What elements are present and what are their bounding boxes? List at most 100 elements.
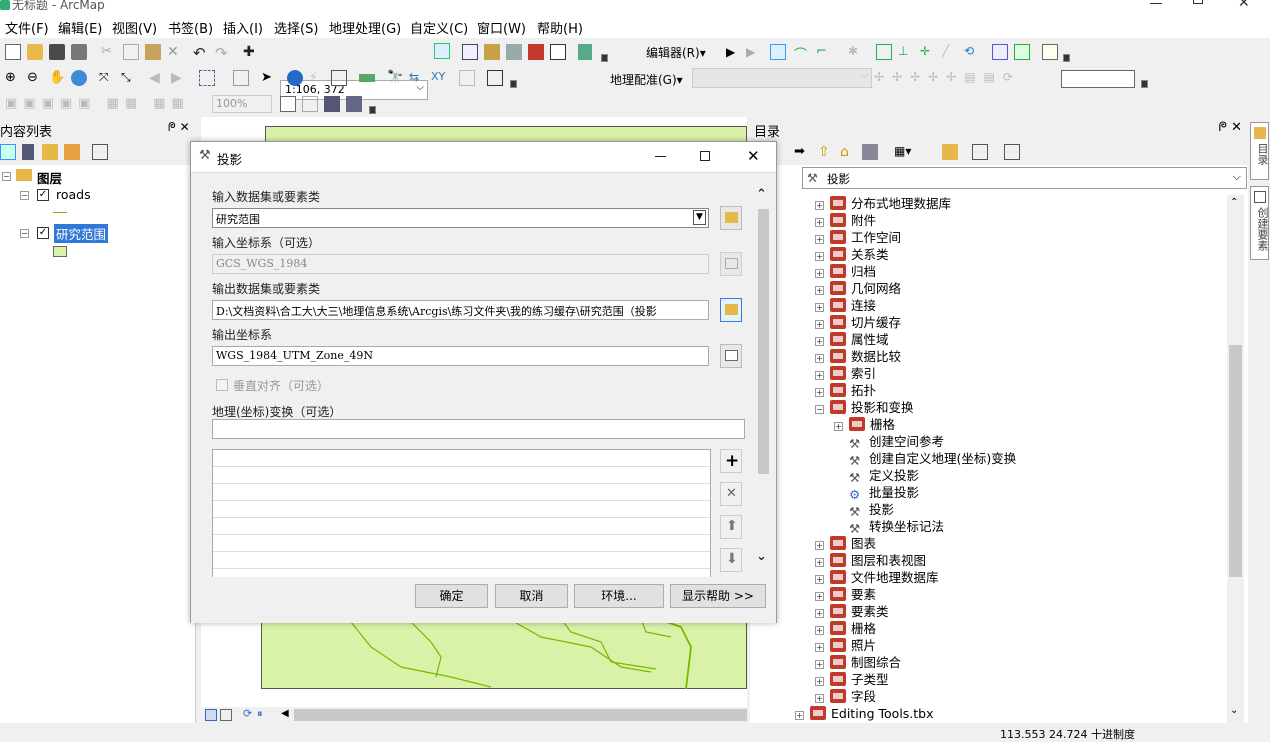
expand-icon[interactable]: + [815, 371, 824, 380]
toolbar-grip-icon[interactable] [601, 54, 608, 62]
add-row-button[interactable]: + [720, 449, 742, 473]
catalog-tree-item[interactable]: + 索引 [815, 365, 876, 382]
edit-vertices-icon[interactable] [876, 44, 892, 60]
views-icon[interactable]: ▦▾ [894, 144, 911, 160]
toggle-contents-icon[interactable] [862, 144, 878, 160]
catalog-tree-item[interactable]: + 工作空间 [815, 229, 901, 246]
scroll-up-icon[interactable]: ⌃ [1230, 197, 1238, 208]
expand-icon[interactable]: + [815, 252, 824, 261]
catalog-tree-item[interactable]: ⚒ 定义投影 [834, 467, 919, 485]
copy-icon[interactable] [123, 44, 139, 60]
output-cs-field[interactable]: WGS_1984_UTM_Zone_49N [212, 346, 709, 366]
layer-visibility-checkbox[interactable]: ✓ [37, 189, 49, 201]
open-icon[interactable] [27, 44, 43, 60]
expand-icon[interactable]: + [815, 541, 824, 550]
expand-icon[interactable]: + [815, 269, 824, 278]
input-dataset-combo[interactable]: 研究范围 ▼ [212, 208, 709, 228]
delete-row-button[interactable]: ✕ [720, 482, 742, 506]
expand-icon[interactable]: + [815, 201, 824, 210]
connect-folder-icon[interactable] [942, 144, 958, 160]
catalog-window-icon[interactable] [484, 44, 500, 60]
zoom-in-icon[interactable]: ⊕ [5, 70, 21, 86]
select-features-icon[interactable] [199, 70, 215, 86]
catalog-tree-item[interactable]: ⚙ 批量投影 [834, 484, 919, 502]
expand-icon[interactable]: + [815, 235, 824, 244]
catalog-tree-item[interactable]: + 文件地理数据库 [815, 569, 939, 586]
input-cs-field[interactable]: GCS_WGS_1984 [212, 254, 709, 274]
measure-icon[interactable] [359, 74, 375, 82]
catalog-tree-item[interactable]: ⚒ 创建空间参考 [834, 433, 944, 451]
new-document-icon[interactable] [5, 44, 21, 60]
find-route-icon[interactable]: ⇆ [409, 70, 425, 86]
side-tab-create-features[interactable]: 创建要素 [1250, 186, 1269, 260]
search-window-icon[interactable] [506, 44, 522, 60]
identify-icon[interactable] [287, 70, 303, 86]
expand-icon[interactable]: + [815, 286, 824, 295]
paste-icon[interactable] [145, 44, 161, 60]
expand-icon[interactable]: + [815, 320, 824, 329]
expand-icon[interactable]: + [815, 558, 824, 567]
scrollbar-thumb[interactable] [1229, 345, 1242, 577]
catalog-tree-item[interactable]: + 关系类 [815, 246, 889, 263]
forward-icon[interactable]: ➡ [794, 144, 810, 160]
catalog-tree-item[interactable]: + 栅格 [815, 620, 876, 637]
options-icon[interactable] [92, 144, 108, 160]
output-dataset-field[interactable]: D:\文档资料\合工大\大三\地理信息系统\Arcgis\练习文件夹\我的练习缓… [212, 300, 709, 320]
pan-icon[interactable]: ✋ [49, 70, 65, 86]
forward-extent-icon[interactable]: ▶ [171, 70, 187, 86]
expand-icon[interactable]: + [815, 337, 824, 346]
expand-icon[interactable]: + [815, 626, 824, 635]
catalog-location-combo[interactable]: ⚒ 投影 ⌵ [802, 167, 1247, 189]
fixed-zoom-in-icon[interactable]: ⤧ [99, 70, 115, 86]
cut-icon[interactable]: ✂ [101, 44, 117, 60]
catalog-tree-item[interactable]: ⚒ 转换坐标记法 [834, 518, 944, 536]
full-extent-icon[interactable] [71, 70, 87, 86]
catalog-tree-item[interactable]: ⚒ 创建自定义地理(坐标)变换 [834, 450, 1016, 468]
split-icon[interactable]: ╱ [942, 44, 958, 60]
arctoolbox-icon[interactable] [528, 44, 544, 60]
endpoint-arc-icon[interactable]: ⌒ [794, 44, 810, 63]
print-icon[interactable] [71, 44, 87, 60]
move-up-button[interactable]: ⬆ [720, 515, 742, 539]
geo-transform-list[interactable] [212, 449, 711, 579]
save-icon[interactable] [49, 44, 65, 60]
edit-annotation-icon[interactable]: ▶ [746, 45, 762, 61]
menu-item[interactable]: 书签(B) [168, 18, 213, 37]
page-setup-icon[interactable] [280, 96, 296, 112]
georeferencing-layer-combo[interactable]: ⌵ [692, 68, 872, 88]
modelbuilder-icon[interactable] [578, 44, 592, 60]
catalog-tree-item[interactable]: + 附件 [815, 212, 876, 229]
toolbar-grip-icon[interactable] [1063, 54, 1070, 62]
catalog-tree-item[interactable]: + 子类型 [815, 671, 889, 688]
options-icon[interactable] [1004, 144, 1020, 160]
data-view-icon[interactable] [205, 709, 217, 721]
catalog-tree-item[interactable]: + 数据比较 [815, 348, 901, 365]
catalog-tree-item[interactable]: + 栅格 [834, 416, 895, 433]
map-horizontal-scrollbar[interactable] [294, 709, 747, 721]
html-popup-icon[interactable] [331, 70, 347, 86]
toolbar-grip-icon[interactable] [510, 80, 517, 88]
find-icon[interactable]: 🔭 [387, 70, 403, 86]
hyperlink-icon[interactable]: ⚡ [309, 70, 325, 86]
menu-item[interactable]: 窗口(W) [477, 18, 526, 37]
menu-item[interactable]: 编辑(E) [58, 18, 102, 37]
ok-button[interactable]: 确定 [415, 584, 488, 608]
menu-item[interactable]: 帮助(H) [537, 18, 583, 37]
clear-selection-icon[interactable] [233, 70, 249, 86]
toolbar-grip-icon[interactable] [1141, 80, 1148, 88]
catalog-tree-item[interactable]: + 图表 [815, 535, 876, 552]
list-by-drawing-order-icon[interactable] [0, 144, 16, 160]
python-window-icon[interactable] [550, 44, 566, 60]
vertical-checkbox[interactable] [216, 379, 228, 391]
fixed-zoom-out-icon[interactable]: ⤡ [121, 70, 137, 86]
select-elements-icon[interactable]: ➤ [261, 70, 277, 86]
expand-icon[interactable]: + [795, 711, 804, 720]
expand-icon[interactable]: + [815, 575, 824, 584]
add-data-icon[interactable]: ✚ [243, 44, 259, 60]
show-help-button[interactable]: 显示帮助 >> [670, 584, 766, 608]
rotate-icon[interactable]: ⟲ [964, 44, 980, 60]
geo-transform-field[interactable] [212, 419, 745, 439]
toc-window-icon[interactable] [462, 44, 478, 60]
redo-icon[interactable]: ↷ [215, 44, 231, 62]
collapse-icon[interactable]: − [815, 405, 824, 414]
